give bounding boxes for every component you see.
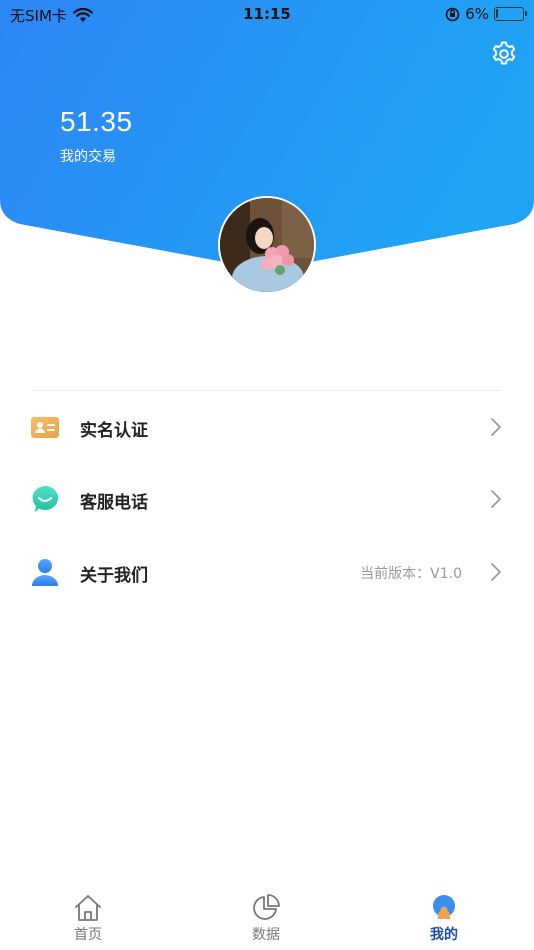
battery-icon	[494, 7, 527, 21]
home-icon	[75, 895, 101, 921]
chevron-right-icon	[491, 490, 501, 508]
chevron-right-icon	[491, 418, 501, 436]
tab-mine[interactable]: 我的	[384, 885, 504, 950]
version-text: 当前版本：V1.0	[360, 566, 462, 582]
divider	[32, 390, 502, 391]
menu-item-about-us[interactable]: 关于我们 当前版本：V1.0	[0, 543, 534, 603]
user-icon	[32, 559, 58, 586]
chat-bubble-icon	[32, 485, 59, 512]
menu-item-verification[interactable]: 实名认证	[0, 398, 534, 458]
balance-value: 51.35	[60, 106, 133, 137]
tab-label: 首页	[74, 927, 102, 943]
id-card-icon	[31, 417, 59, 438]
tab-label: 我的	[430, 927, 458, 943]
avatar-photo	[220, 198, 314, 292]
tab-label: 数据	[252, 927, 280, 943]
battery-percent: 6%	[465, 5, 489, 23]
settings-gear-icon[interactable]	[490, 40, 518, 68]
pie-chart-icon	[253, 894, 280, 920]
chevron-right-icon	[491, 563, 501, 581]
avatar[interactable]	[218, 196, 316, 294]
battery-fill	[496, 9, 498, 18]
status-bar: 无SIM卡 11:15 6%	[0, 0, 534, 28]
tab-bar: 首页 数据 我的	[0, 885, 534, 950]
menu-item-label: 实名认证	[80, 421, 148, 441]
menu-item-label: 关于我们	[80, 566, 148, 586]
tab-data[interactable]: 数据	[206, 885, 326, 950]
balance-label[interactable]: 我的交易	[60, 146, 116, 166]
orientation-lock-icon	[445, 7, 460, 21]
profile-icon	[433, 895, 455, 919]
status-right: 6%	[445, 5, 527, 23]
menu-item-label: 客服电话	[80, 493, 148, 513]
menu-item-customer-service[interactable]: 客服电话	[0, 470, 534, 530]
tab-home[interactable]: 首页	[28, 885, 148, 950]
